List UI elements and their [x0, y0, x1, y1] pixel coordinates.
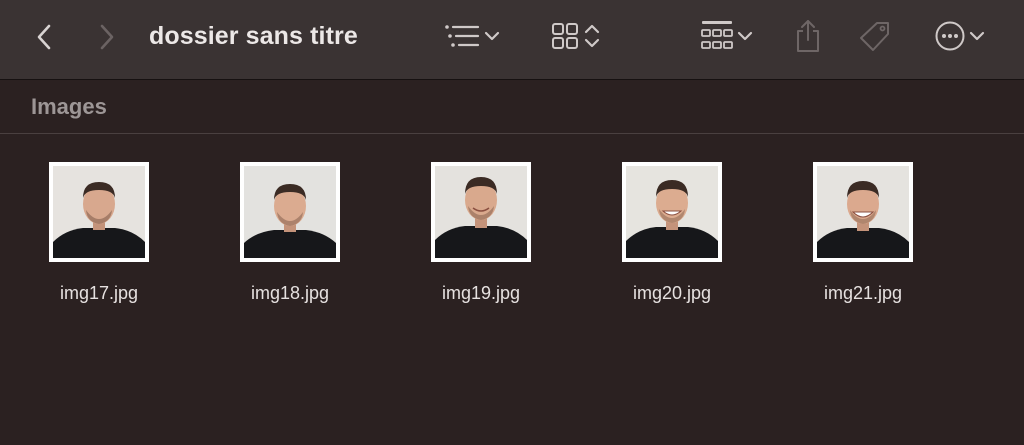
image-thumbnail	[431, 162, 531, 262]
view-options-button[interactable]	[544, 20, 608, 52]
back-button[interactable]	[30, 22, 60, 52]
file-name: img18.jpg	[250, 283, 330, 303]
file-item[interactable]: img18.jpg	[225, 162, 355, 312]
grid-view-icon	[552, 23, 578, 49]
forward-button[interactable]	[92, 22, 122, 52]
chevron-down-icon	[484, 31, 500, 41]
chevron-down-icon	[737, 31, 753, 41]
list-view-button[interactable]	[436, 20, 508, 52]
section-header: Images	[0, 81, 1024, 134]
image-thumbnail	[240, 162, 340, 262]
share-button[interactable]	[790, 16, 826, 56]
toolbar: dossier sans titre	[0, 0, 1024, 80]
image-thumbnail	[622, 162, 722, 262]
share-icon	[797, 20, 819, 52]
up-down-chevron-icon	[584, 24, 600, 48]
file-item[interactable]: img20.jpg	[607, 162, 737, 312]
window-title: dossier sans titre	[149, 22, 358, 50]
tag-button[interactable]	[855, 18, 895, 56]
file-item[interactable]: img19.jpg	[416, 162, 546, 312]
image-thumbnail	[49, 162, 149, 262]
more-icon	[935, 21, 965, 51]
file-name: img17.jpg	[59, 283, 139, 303]
file-name: img20.jpg	[632, 283, 712, 303]
more-actions-button[interactable]	[928, 20, 992, 52]
tag-icon	[860, 22, 889, 51]
list-view-icon	[445, 25, 480, 47]
group-button[interactable]	[694, 18, 760, 54]
chevron-left-icon	[37, 24, 51, 50]
file-item[interactable]: img17.jpg	[34, 162, 164, 312]
file-name: img19.jpg	[441, 283, 521, 303]
finder-window: dossier sans titre Images img17.jpg img1…	[0, 0, 1024, 445]
file-item[interactable]: img21.jpg	[798, 162, 928, 312]
chevron-right-icon	[100, 24, 114, 50]
group-icon	[701, 21, 733, 49]
file-name: img21.jpg	[823, 283, 903, 303]
chevron-down-icon	[969, 31, 985, 41]
image-thumbnail	[813, 162, 913, 262]
section-title: Images	[31, 94, 107, 119]
